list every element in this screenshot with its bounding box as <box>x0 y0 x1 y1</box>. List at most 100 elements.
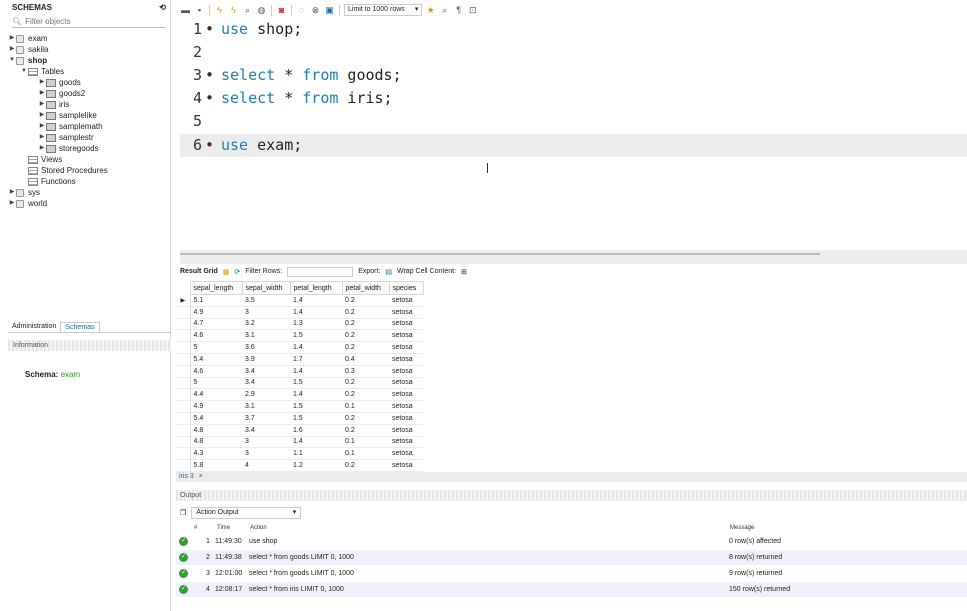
tab-schemas[interactable]: Schemas <box>60 322 100 332</box>
tree-item-functions[interactable]: Functions <box>8 176 170 187</box>
table-row[interactable]: 5.8 4 1.2 0.2 setosa <box>176 459 423 472</box>
grid-cell[interactable]: 0.2 <box>342 377 389 390</box>
commit-icon[interactable]: ◌ <box>296 5 307 16</box>
grid-cell[interactable]: 3.6 <box>242 341 290 354</box>
execute-current-icon[interactable]: ϟ <box>228 5 239 16</box>
current-row-marker-icon[interactable]: ▶ <box>176 294 191 307</box>
expand-icon[interactable]: ▶ <box>38 132 46 143</box>
expand-icon[interactable]: ▶ <box>38 121 46 132</box>
row-header[interactable] <box>176 329 191 343</box>
grid-cell[interactable]: 0.4 <box>342 353 389 366</box>
grid-cell[interactable]: 4.6 <box>190 365 242 378</box>
grid-cell[interactable]: setosa <box>389 436 423 449</box>
grid-cell[interactable]: 5.1 <box>190 294 242 307</box>
grid-cell[interactable]: 4.9 <box>190 306 242 319</box>
expand-icon[interactable]: ▶ <box>38 99 46 110</box>
table-row[interactable]: 4.8 3 1.4 0.1 setosa <box>176 436 423 449</box>
grid-cell[interactable]: 1.5 <box>290 329 342 343</box>
grid-cell[interactable]: setosa <box>389 306 423 319</box>
table-row[interactable]: 4.7 3.2 1.3 0.2 setosa <box>176 318 423 331</box>
expand-icon[interactable]: ▶ <box>38 77 46 88</box>
tree-item-table[interactable]: ▶ samplelike <box>8 110 170 121</box>
grid-cell[interactable]: setosa <box>389 294 423 307</box>
grid-cell[interactable]: 1.5 <box>290 377 342 390</box>
grid-cell[interactable]: 4.9 <box>190 400 242 413</box>
expand-icon[interactable]: ▶ <box>38 88 46 99</box>
collapse-icon[interactable]: ▼ <box>8 55 16 66</box>
tree-item-table[interactable]: ▶ samplestr <box>8 132 170 143</box>
open-file-icon[interactable]: ▬ <box>180 5 191 16</box>
expand-icon[interactable]: ▶ <box>8 44 16 55</box>
editor-line[interactable]: 1 • use shop; <box>180 18 967 41</box>
output-row[interactable]: ✓ 3 12:01:00 select * from goods LIMIT 0, 1… <box>176 566 967 581</box>
tree-item-stored-procedures[interactable]: Stored Procedures <box>8 165 170 176</box>
grid-cell[interactable]: 3.1 <box>242 400 290 413</box>
grid-cell[interactable]: 3.4 <box>242 377 290 390</box>
editor-line-current[interactable]: 6 • use exam; <box>180 134 967 157</box>
tree-item-shop[interactable]: ▼ shop <box>8 55 170 66</box>
column-header[interactable]: petal_length <box>289 281 343 295</box>
row-header[interactable] <box>176 365 191 378</box>
tree-item-tables[interactable]: ▼ Tables <box>8 66 170 77</box>
grid-cell[interactable]: setosa <box>389 388 423 402</box>
table-row[interactable]: 4.6 3.1 1.5 0.2 setosa <box>176 329 423 343</box>
grid-cell[interactable]: setosa <box>389 318 423 331</box>
tree-item-table[interactable]: ▶ storegoods <box>8 143 170 154</box>
grid-cell[interactable]: setosa <box>389 341 423 354</box>
row-header[interactable] <box>176 306 191 319</box>
grid-cell[interactable]: 1.6 <box>290 424 342 437</box>
editor-line[interactable]: 4 • select * from iris; <box>180 87 967 110</box>
row-header[interactable] <box>176 377 191 390</box>
grid-cell[interactable]: 4.3 <box>190 447 242 461</box>
row-header[interactable] <box>176 447 191 461</box>
grid-cell[interactable]: 3 <box>242 306 290 319</box>
invisible-chars-icon[interactable]: ¶ <box>453 5 464 16</box>
grid-cell[interactable]: 2.9 <box>242 388 290 402</box>
grid-cell[interactable]: setosa <box>389 353 423 366</box>
grid-cell[interactable]: setosa <box>389 365 423 378</box>
filter-field[interactable]: 🔍︎ <box>12 16 166 28</box>
grid-cell[interactable]: 0.2 <box>342 329 389 343</box>
grid-cell[interactable]: 1.5 <box>290 412 342 425</box>
scrollbar-thumb[interactable] <box>180 253 820 255</box>
expand-icon[interactable]: ▶ <box>38 110 46 121</box>
stop-icon[interactable]: ◍ <box>256 5 267 16</box>
grid-cell[interactable]: 3 <box>242 447 290 461</box>
tree-item-table[interactable]: ▶ goods2 <box>8 88 170 99</box>
output-row[interactable]: ✓ 1 11:49:30 use shop 0 row(s) affected <box>176 534 967 549</box>
grid-cell[interactable]: 3.1 <box>242 329 290 343</box>
grid-cell[interactable]: 0.1 <box>342 436 389 449</box>
row-header[interactable] <box>176 353 191 366</box>
grid-cell[interactable]: 4.8 <box>190 436 242 449</box>
grid-cell[interactable]: setosa <box>389 424 423 437</box>
tree-item-exam[interactable]: ▶ exam <box>8 33 170 44</box>
wrap-cell-icon[interactable]: ⊞ <box>461 268 467 276</box>
grid-cell[interactable]: 5.4 <box>190 353 242 366</box>
grid-cell[interactable]: 4.6 <box>190 329 242 343</box>
row-header[interactable] <box>176 388 191 402</box>
grid-cell[interactable]: setosa <box>389 400 423 413</box>
grid-cell[interactable]: 0.2 <box>342 341 389 354</box>
grid-cell[interactable]: 3.5 <box>242 294 290 307</box>
grid-cell[interactable]: 0.2 <box>342 412 389 425</box>
tree-item-table[interactable]: ▶ goods <box>8 77 170 88</box>
editor-line[interactable]: 3 • select * from goods; <box>180 64 967 87</box>
grid-cell[interactable]: 1.4 <box>290 306 342 319</box>
tree-item-views[interactable]: Views <box>8 154 170 165</box>
column-header[interactable]: species <box>388 281 424 295</box>
wrap-lines-icon[interactable]: ⊡ <box>467 5 478 16</box>
refresh-icon[interactable]: ⟳ <box>234 268 240 276</box>
grid-cell[interactable]: 4.4 <box>190 388 242 402</box>
sql-editor[interactable]: 1• use shop; 2• 3• select * from goods; … <box>180 18 967 250</box>
grid-cell[interactable]: 4.8 <box>190 424 242 437</box>
action-output-select[interactable]: Action Output ▾ <box>191 507 302 519</box>
grid-cell[interactable]: 4.7 <box>190 318 242 331</box>
result-tab-iris[interactable]: iris 3 × <box>176 472 967 482</box>
table-row[interactable]: 4.9 3.1 1.5 0.1 setosa <box>176 400 423 413</box>
grid-cell[interactable]: 1.5 <box>290 400 342 413</box>
export-icon[interactable]: ▤ <box>385 268 392 276</box>
grid-cell[interactable]: 1.4 <box>290 388 342 402</box>
tree-item-sys[interactable]: ▶ sys <box>8 187 170 198</box>
table-row[interactable]: 4.8 3.4 1.6 0.2 setosa <box>176 424 423 437</box>
tree-item-world[interactable]: ▶ world <box>8 198 170 209</box>
